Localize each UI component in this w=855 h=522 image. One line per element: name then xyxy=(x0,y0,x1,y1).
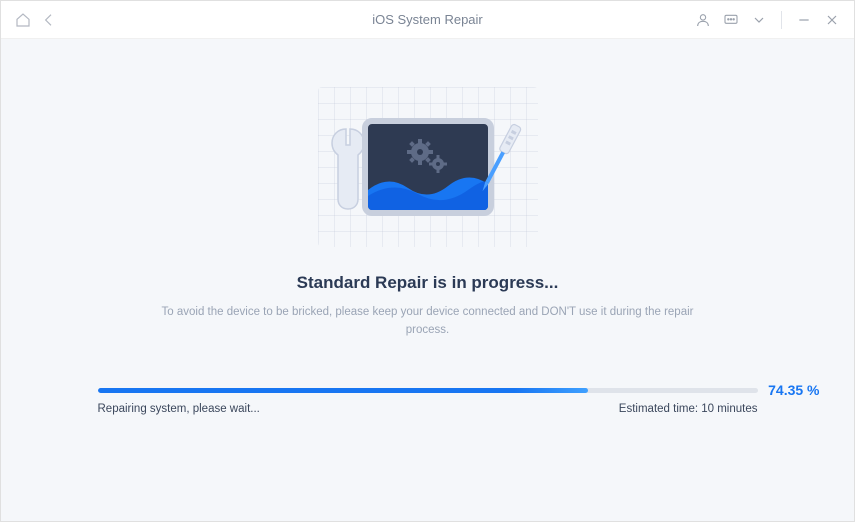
window-title: iOS System Repair xyxy=(372,12,483,27)
progress-bar xyxy=(98,388,758,393)
progress-heading: Standard Repair is in progress... xyxy=(297,273,559,293)
progress-subtext: To avoid the device to be bricked, pleas… xyxy=(158,303,698,340)
progress-percent-label: 74.35 % xyxy=(768,382,819,398)
home-icon[interactable] xyxy=(15,12,31,28)
app-window: iOS System Repair xyxy=(0,0,855,522)
estimated-time-label: Estimated time: 10 minutes xyxy=(619,403,758,415)
minimize-button[interactable] xyxy=(796,12,812,28)
repair-illustration xyxy=(318,87,538,247)
titlebar-divider xyxy=(781,11,782,29)
main-content: Standard Repair is in progress... To avo… xyxy=(1,39,854,521)
user-icon[interactable] xyxy=(695,12,711,28)
progress-bar-fill xyxy=(98,388,589,393)
screwdriver-icon xyxy=(468,117,528,212)
titlebar: iOS System Repair xyxy=(1,1,854,39)
progress-status-text: Repairing system, please wait... xyxy=(98,403,260,415)
close-button[interactable] xyxy=(824,12,840,28)
titlebar-right-controls xyxy=(695,11,840,29)
progress-section: 74.35 % Repairing system, please wait...… xyxy=(98,388,758,415)
titlebar-left-controls xyxy=(15,12,57,28)
progress-info-row: Repairing system, please wait... Estimat… xyxy=(98,403,758,415)
feedback-icon[interactable] xyxy=(723,12,739,28)
back-icon[interactable] xyxy=(41,12,57,28)
chevron-down-icon[interactable] xyxy=(751,12,767,28)
